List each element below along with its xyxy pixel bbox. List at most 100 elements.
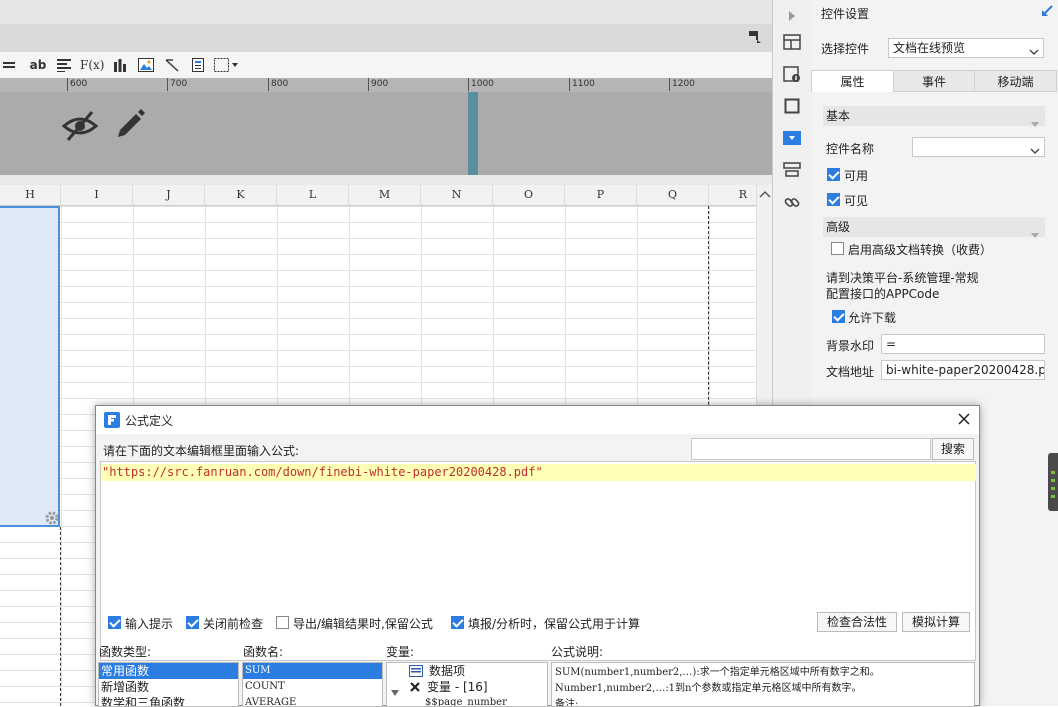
- formula-desc-label: 公式说明:: [551, 645, 604, 659]
- subreport-icon[interactable]: [188, 55, 208, 75]
- widget-settings-icon[interactable]: [782, 128, 802, 148]
- formula-description: SUM(number1,number2,…):求一个指定单元格区域中所有数字之和…: [551, 662, 975, 707]
- enabled-label: 可用: [844, 169, 869, 183]
- format-brush-icon[interactable]: [748, 30, 762, 44]
- close-icon[interactable]: [957, 412, 971, 429]
- column-header[interactable]: M: [349, 185, 421, 205]
- check-before-close-label: 关闭前检查: [203, 617, 264, 631]
- condition-attribute-icon[interactable]: [782, 160, 802, 180]
- enabled-checkbox[interactable]: [827, 168, 840, 181]
- list-item[interactable]: 常用函数: [99, 663, 238, 679]
- image-icon[interactable]: [136, 55, 156, 75]
- wrap-icon[interactable]: [0, 55, 20, 75]
- chart-icon[interactable]: [110, 55, 130, 75]
- list-item[interactable]: 数学和三角函数: [99, 695, 238, 706]
- widget-name-input[interactable]: [912, 137, 1045, 157]
- watermark-input[interactable]: =: [881, 334, 1045, 354]
- text-widget-button[interactable]: ab: [28, 55, 48, 75]
- watermark-label: 背景水印: [826, 339, 875, 353]
- list-item[interactable]: AVERAGE: [243, 695, 382, 706]
- frame-icon[interactable]: [782, 96, 802, 116]
- visible-label: 可见: [844, 194, 869, 208]
- variable-tree[interactable]: 数据项 变量 - [16] $$page_number: [386, 662, 548, 707]
- selected-cell[interactable]: [0, 206, 60, 527]
- allow-download-checkbox[interactable]: [832, 310, 845, 323]
- column-header[interactable]: K: [205, 185, 277, 205]
- simulate-button[interactable]: 模拟计算: [902, 612, 970, 632]
- func-name-list[interactable]: SUM COUNT AVERAGE: [242, 662, 383, 707]
- check-validity-button[interactable]: 检查合法性: [817, 612, 897, 632]
- input-hint-checkbox[interactable]: [108, 616, 121, 629]
- list-item[interactable]: COUNT: [243, 679, 382, 695]
- column-header[interactable]: J: [133, 185, 205, 205]
- list-item[interactable]: SUM: [243, 663, 382, 679]
- slash-icon[interactable]: [162, 55, 182, 75]
- expand-toggle-icon[interactable]: [391, 684, 399, 700]
- function-search-input[interactable]: [691, 438, 931, 460]
- app-logo-icon: [104, 412, 120, 431]
- search-button[interactable]: 搜索: [932, 438, 974, 460]
- allow-download-label: 允许下载: [848, 311, 897, 325]
- chevron-down-icon: [1030, 142, 1040, 156]
- side-handle[interactable]: [1048, 453, 1058, 511]
- func-type-list[interactable]: 常用函数 新增函数 数学和三角函数: [98, 662, 239, 707]
- expand-arrow-icon[interactable]: [782, 6, 802, 26]
- border-dropdown-icon[interactable]: [214, 55, 240, 75]
- appcode-notice-line2: 配置接口的APPCode: [826, 287, 940, 301]
- designer-header-bar: [0, 24, 772, 52]
- keep-formula-export-label: 导出/编辑结果时,保留公式: [293, 617, 433, 631]
- page-break-line: [60, 527, 61, 706]
- doc-url-input[interactable]: bi-white-paper20200428.pdf": [881, 360, 1045, 380]
- column-header[interactable]: R: [709, 185, 755, 205]
- column-header-row: H I J K L M N O P Q R: [0, 185, 756, 206]
- advanced-convert-checkbox[interactable]: [831, 242, 844, 255]
- select-widget-dropdown[interactable]: 文档在线预览: [888, 38, 1044, 58]
- design-canvas[interactable]: [0, 92, 772, 175]
- cell-attribute-icon[interactable]: [782, 64, 802, 84]
- column-header[interactable]: L: [277, 185, 349, 205]
- ruler-tick: 900: [368, 78, 388, 91]
- dialog-titlebar[interactable]: 公式定义: [96, 406, 979, 434]
- cell-settings-gear-icon[interactable]: [44, 510, 60, 529]
- style-toolbar: ab F(x): [0, 52, 772, 79]
- formula-text[interactable]: "https://src.fanruan.com/down/finebi-whi…: [101, 464, 976, 481]
- desc-line: SUM(number1,number2,…):求一个指定单元格区域中所有数字之和…: [555, 667, 880, 678]
- variable-label: 变量:: [386, 645, 415, 659]
- widget-name-label: 控件名称: [826, 142, 875, 156]
- func-type-label: 函数类型:: [99, 645, 152, 659]
- hidden-eye-icon[interactable]: [61, 110, 99, 145]
- advanced-section-header[interactable]: 高级: [823, 217, 1045, 238]
- select-widget-value: 文档在线预览: [893, 41, 966, 55]
- keep-formula-fill-checkbox[interactable]: [451, 616, 464, 629]
- visible-checkbox[interactable]: [827, 193, 840, 206]
- collapse-arrow-icon[interactable]: [1041, 5, 1053, 20]
- column-header[interactable]: I: [61, 185, 133, 205]
- ruler-tick: 1200: [669, 78, 695, 91]
- basic-section-label: 基本: [826, 109, 851, 123]
- basic-section-header[interactable]: 基本: [823, 106, 1045, 127]
- column-header[interactable]: P: [565, 185, 637, 205]
- align-icon[interactable]: [54, 55, 74, 75]
- tab-events[interactable]: 事件: [893, 70, 975, 92]
- formula-prompt: 请在下面的文本编辑框里面输入公式:: [103, 444, 300, 458]
- keep-formula-export-checkbox[interactable]: [276, 616, 289, 629]
- tree-item[interactable]: 变量 - [16]: [387, 679, 547, 697]
- formula-dialog: 公式定义 请在下面的文本编辑框里面输入公式: 搜索 "https://src.f…: [95, 405, 980, 707]
- tree-item[interactable]: 数据项: [387, 663, 547, 679]
- edit-pencil-icon[interactable]: [114, 108, 146, 143]
- column-header[interactable]: H: [0, 185, 61, 205]
- advanced-convert-label: 启用高级文档转换（收费）: [848, 243, 993, 257]
- variable-icon: [409, 681, 421, 697]
- cell-layout-icon[interactable]: [782, 32, 802, 52]
- scroll-up-icon[interactable]: [759, 188, 771, 202]
- tab-properties[interactable]: 属性: [811, 70, 894, 92]
- column-header[interactable]: Q: [637, 185, 709, 205]
- list-item[interactable]: 新增函数: [99, 679, 238, 695]
- tab-mobile[interactable]: 移动端: [974, 70, 1057, 92]
- input-hint-label: 输入提示: [125, 617, 174, 631]
- check-before-close-checkbox[interactable]: [186, 616, 199, 629]
- column-header[interactable]: O: [493, 185, 565, 205]
- hyperlink-icon[interactable]: [782, 192, 802, 212]
- column-header[interactable]: N: [421, 185, 493, 205]
- formula-button[interactable]: F(x): [80, 55, 104, 75]
